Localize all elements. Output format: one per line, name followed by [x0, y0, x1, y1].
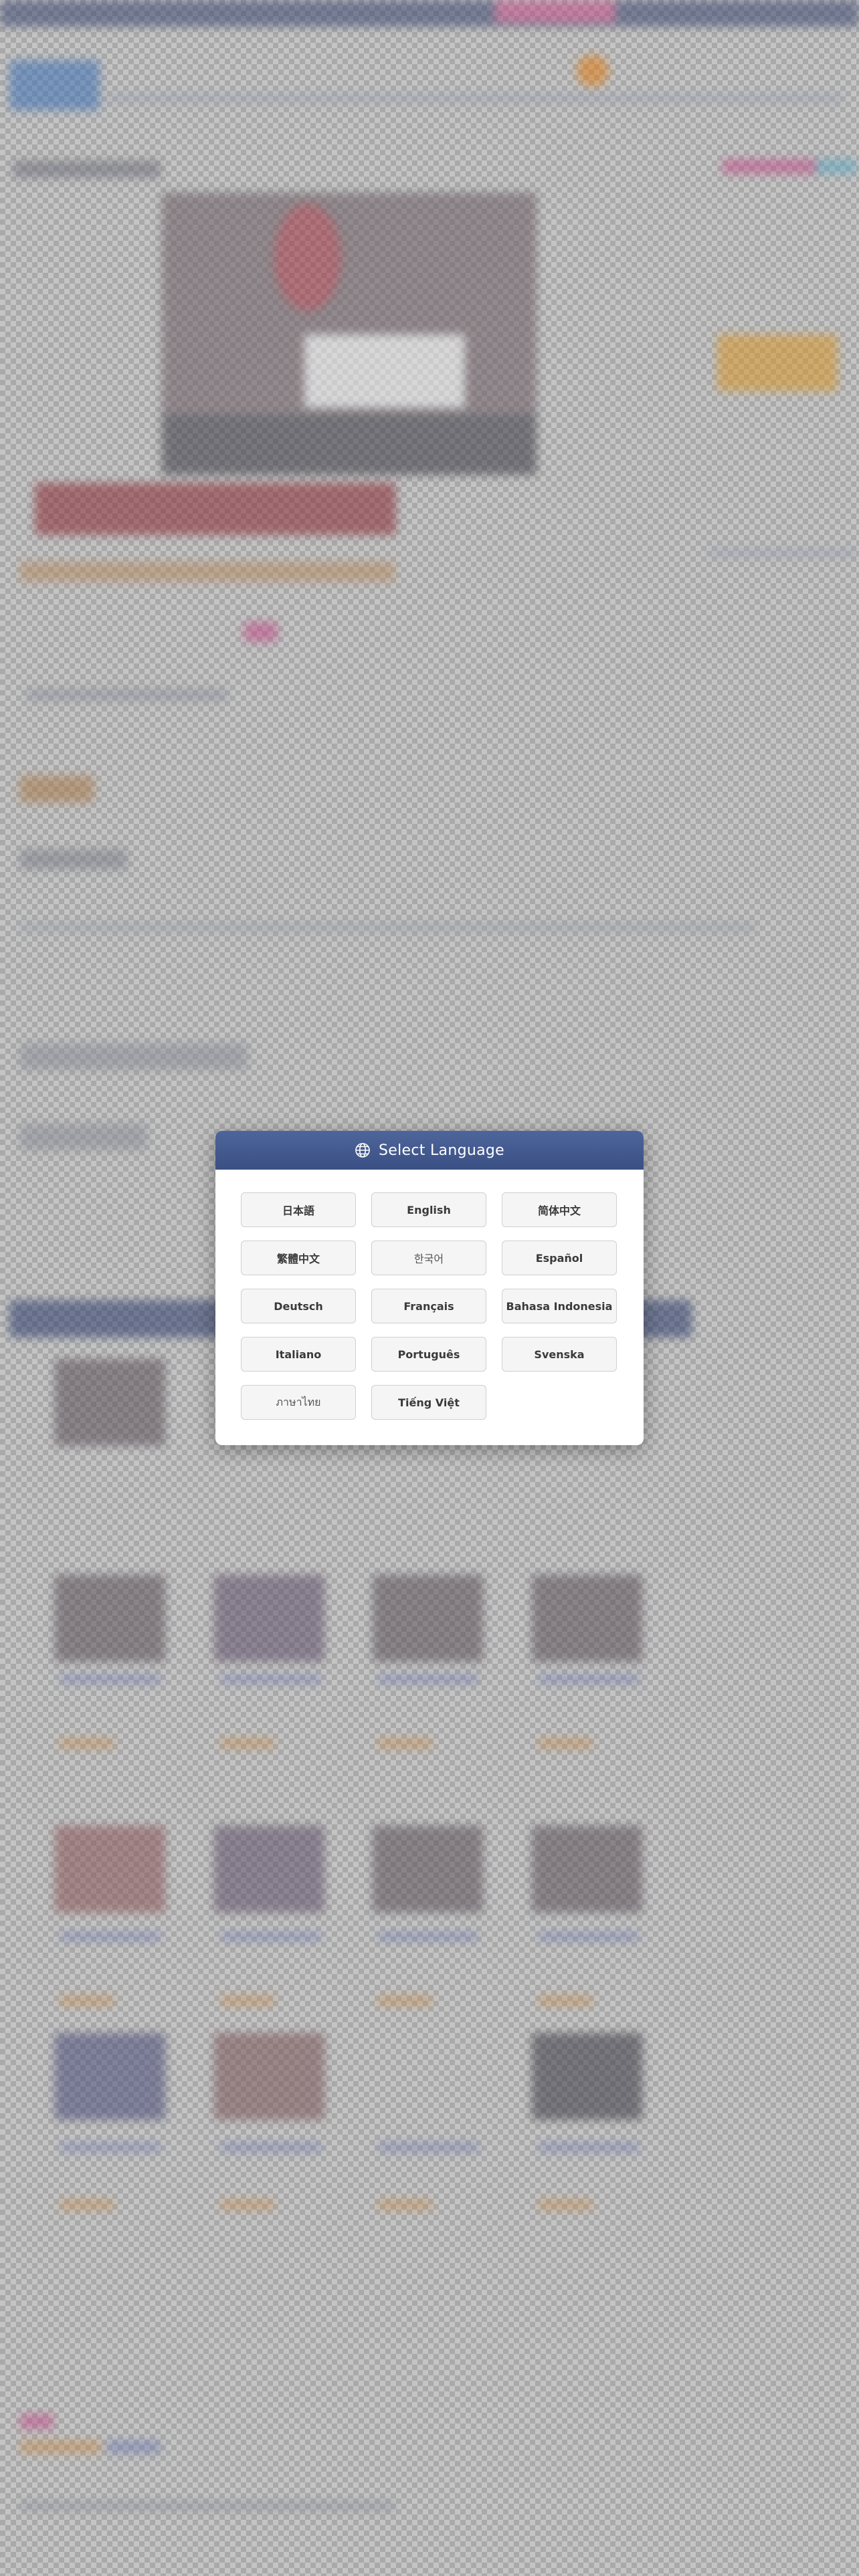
- bg-item-title: [539, 1675, 639, 1683]
- language-button-korean[interactable]: 한국어: [371, 1241, 486, 1275]
- bg-item-price: [221, 1996, 274, 2006]
- modal-title: Select Language: [379, 1142, 504, 1159]
- bg-item-price: [221, 2200, 274, 2210]
- bg-banner: [35, 483, 396, 535]
- bg-item-title: [539, 1933, 639, 1941]
- bg-thumbnail: [373, 1575, 483, 1662]
- bg-item-title: [60, 2143, 161, 2151]
- bg-chip: [244, 622, 278, 642]
- bg-footer-text: [20, 2441, 100, 2453]
- language-options: 日本語 English 简体中文 繁體中文 한국어 Español Deutsc…: [241, 1192, 617, 1420]
- bg-item-price: [221, 1739, 274, 1748]
- bg-item-title: [221, 1675, 321, 1683]
- bg-text: [20, 776, 94, 802]
- bg-item-title: [378, 1675, 478, 1683]
- language-modal: Select Language 日本語 English 简体中文 繁體中文 한국…: [215, 1131, 644, 1445]
- bg-sidebar-text: [709, 548, 856, 558]
- language-button-french[interactable]: Français: [371, 1289, 486, 1323]
- bg-navigation: [107, 94, 843, 103]
- bg-thumbnail: [532, 2033, 642, 2120]
- globe-icon: [355, 1142, 371, 1158]
- language-button-english[interactable]: English: [371, 1192, 486, 1227]
- modal-header: Select Language: [215, 1131, 644, 1170]
- bg-sidebar-accent: [816, 159, 856, 174]
- bg-item-title: [221, 1933, 321, 1941]
- language-button-traditional-chinese[interactable]: 繁體中文: [241, 1241, 356, 1275]
- bg-text: [20, 1123, 147, 1150]
- language-button-italian[interactable]: Italiano: [241, 1337, 356, 1372]
- language-button-thai[interactable]: ภาษาไทย: [241, 1385, 356, 1420]
- bg-heading: [13, 160, 161, 178]
- bg-text: [20, 923, 756, 932]
- bg-item-price: [539, 1739, 592, 1748]
- bg-item-price: [60, 1996, 114, 2006]
- bg-text: [27, 689, 227, 701]
- bg-hero-detail: [304, 334, 465, 408]
- bg-sidebar-accent: [723, 159, 816, 174]
- language-button-spanish[interactable]: Español: [502, 1241, 617, 1275]
- bg-hero-detail: [274, 204, 341, 311]
- bg-thumbnail: [214, 1575, 324, 1662]
- bg-footer-accent: [20, 2414, 54, 2429]
- bg-thumbnail: [532, 1826, 642, 1913]
- bg-thumbnail: [214, 1826, 324, 1913]
- bg-item-price: [60, 1739, 114, 1748]
- language-button-vietnamese[interactable]: Tiếng Việt: [371, 1385, 486, 1420]
- bg-hero-detail: [162, 415, 537, 475]
- bg-item-price: [378, 1739, 432, 1748]
- bg-item-title: [60, 1933, 161, 1941]
- bg-item-price: [539, 2200, 592, 2210]
- bg-top-bar-accent: [495, 0, 615, 23]
- bg-thumbnail: [55, 1575, 165, 1662]
- language-button-japanese[interactable]: 日本語: [241, 1192, 356, 1227]
- language-button-simplified-chinese[interactable]: 简体中文: [502, 1192, 617, 1227]
- bg-notification-dot: [577, 55, 609, 87]
- bg-item-price: [60, 2200, 114, 2210]
- bg-item-title: [378, 1933, 478, 1941]
- bg-thumbnail: [373, 1826, 483, 1913]
- bg-item-title: [60, 1675, 161, 1683]
- bg-thumbnail: [55, 2033, 165, 2120]
- language-button-german[interactable]: Deutsch: [241, 1289, 356, 1323]
- bg-text: [20, 1043, 248, 1070]
- bg-tags: [20, 562, 395, 582]
- bg-thumbnail: [532, 1575, 642, 1662]
- bg-thumbnail: [214, 2033, 324, 2120]
- bg-footer-text: [107, 2441, 161, 2453]
- bg-text: [20, 849, 127, 869]
- language-button-swedish[interactable]: Svenska: [502, 1337, 617, 1372]
- bg-thumbnail: [55, 1826, 165, 1913]
- bg-item-price: [539, 1996, 592, 2006]
- bg-thumbnail: [55, 1359, 165, 1446]
- language-button-indonesian[interactable]: Bahasa Indonesia: [502, 1289, 617, 1323]
- bg-logo: [9, 60, 100, 110]
- language-button-portuguese[interactable]: Português: [371, 1337, 486, 1372]
- bg-item-title: [221, 2143, 321, 2151]
- bg-item-price: [378, 2200, 432, 2210]
- bg-item-title: [378, 2143, 478, 2151]
- bg-item-price: [378, 1996, 432, 2006]
- bg-top-bar: [0, 0, 859, 27]
- bg-item-title: [539, 2143, 639, 2151]
- bg-footer-text: [20, 2501, 395, 2510]
- bg-sidebar-button: [717, 334, 838, 391]
